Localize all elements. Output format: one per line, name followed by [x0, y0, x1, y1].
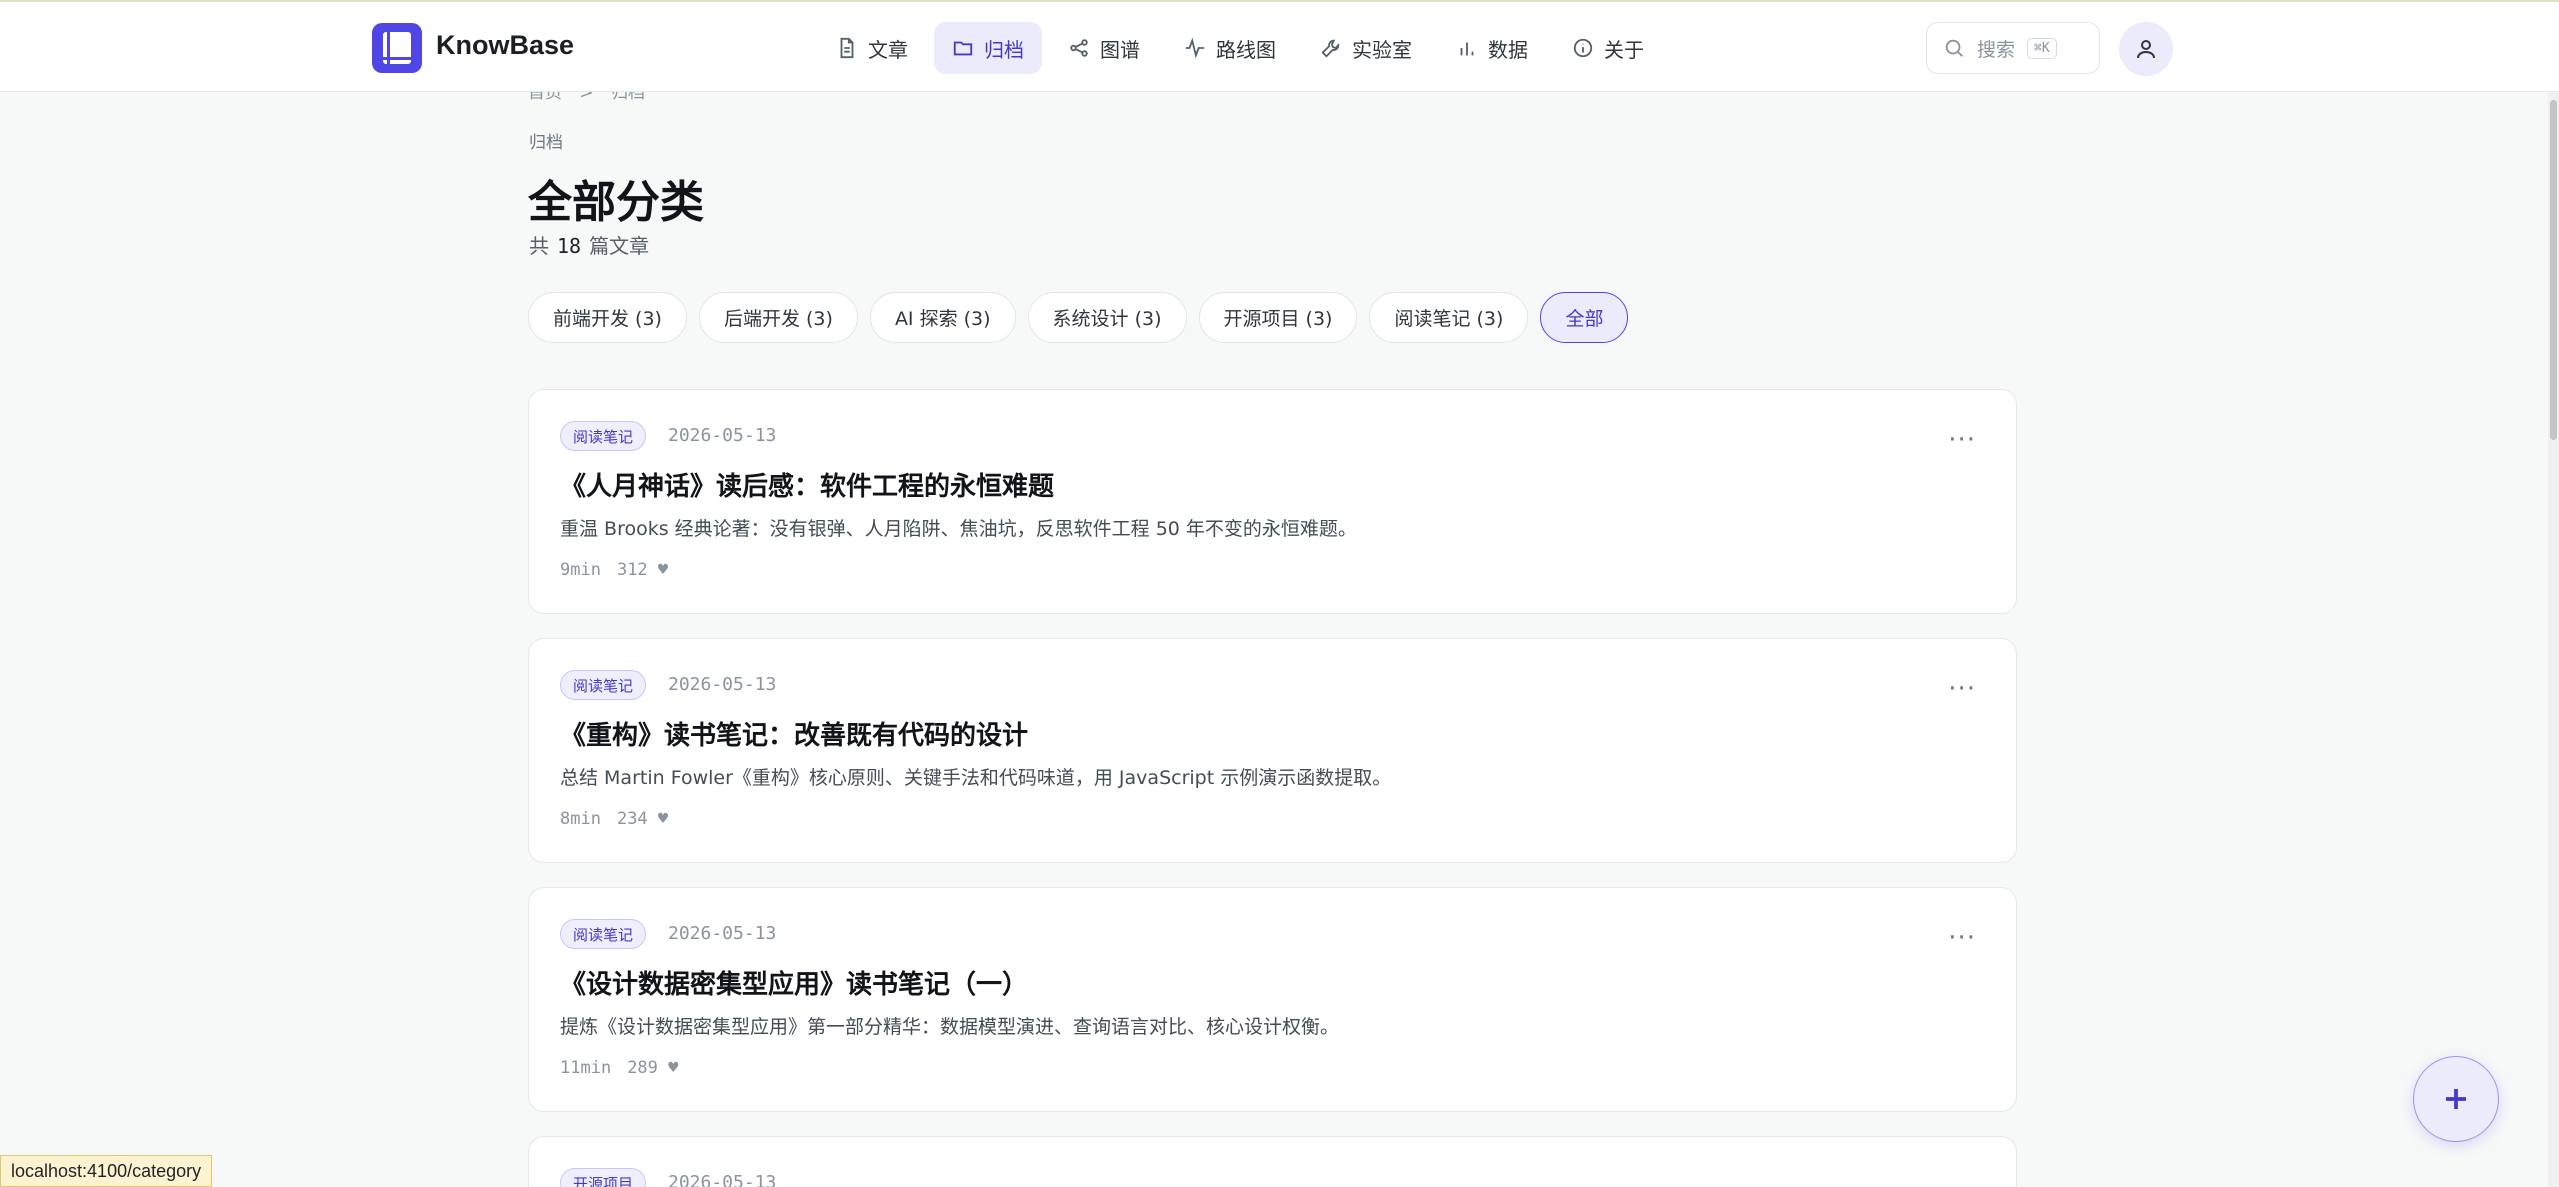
page-eyebrow: 归档 [529, 133, 563, 153]
count-value: 18 [557, 234, 582, 258]
page-title: 全部分类 [528, 177, 704, 228]
folder-icon [953, 41, 973, 56]
search-shortcut: ⌘K [2027, 37, 2057, 59]
article-date: 2026-05-13 [668, 425, 777, 446]
filter-chip-ai[interactable]: AI 探索 (3) [869, 292, 1016, 343]
nav-item-label: 图谱 [1100, 37, 1140, 62]
add-article-button[interactable] [2413, 1056, 2499, 1142]
category-filter-bar: 前端开发 (3) 后端开发 (3) AI 探索 (3) 系统设计 (3) 开源项… [528, 292, 1629, 343]
article-card[interactable]: 开源项目 2026-05-13 [528, 1136, 2017, 1187]
more-options-icon[interactable]: ··· [1948, 425, 1976, 455]
category-badge[interactable]: 阅读笔记 [560, 421, 647, 451]
nav-item-label: 关于 [1604, 37, 1644, 62]
article-date: 2026-05-13 [668, 923, 777, 944]
main-nav: 文章 归档 图谱 路线图 实验室 数据 关于 [818, 22, 1662, 74]
read-time: 11min [560, 1058, 612, 1078]
nav-item-label: 数据 [1488, 37, 1528, 62]
read-time: 8min [560, 809, 601, 829]
user-avatar-button[interactable] [2119, 22, 2173, 76]
article-count: 共 18 篇文章 [529, 230, 649, 259]
top-navbar: KnowBase 文章 归档 图谱 路线图 实验室 数据 关于 搜索 ⌘K [0, 0, 2559, 92]
bar-chart-icon [1460, 42, 1474, 56]
like-count: 234 ♥ [616, 809, 669, 829]
category-badge[interactable]: 阅读笔记 [560, 670, 647, 700]
article-card[interactable]: 阅读笔记 2026-05-13 ··· 《设计数据密集型应用》读书笔记（一） 提… [528, 887, 2017, 1112]
article-summary: 总结 Martin Fowler《重构》核心原则、关键手法和代码味道，用 Jav… [560, 767, 1392, 789]
category-badge[interactable]: 阅读笔记 [560, 919, 647, 949]
filter-chip-open-source[interactable]: 开源项目 (3) [1198, 292, 1358, 343]
nav-item-articles[interactable]: 文章 [818, 22, 926, 74]
filter-chip-backend[interactable]: 后端开发 (3) [698, 292, 858, 343]
article-meta: 11min 289 ♥ [560, 1058, 694, 1078]
count-suffix: 篇文章 [589, 234, 650, 258]
nav-item-roadmap[interactable]: 路线图 [1166, 22, 1294, 74]
more-options-icon[interactable]: ··· [1948, 674, 1976, 704]
like-count: 312 ♥ [616, 560, 669, 580]
brand-name[interactable]: KnowBase [436, 30, 574, 61]
count-prefix: 共 [529, 234, 549, 258]
status-bar-url: localhost:4100/category [0, 1155, 213, 1187]
category-badge[interactable]: 开源项目 [560, 1168, 647, 1187]
article-title[interactable]: 《重构》读书笔记：改善既有代码的设计 [560, 715, 1028, 752]
article-date: 2026-05-13 [668, 674, 777, 695]
nav-item-label: 归档 [984, 37, 1024, 62]
scrollbar-thumb[interactable] [2550, 100, 2557, 440]
nav-item-data[interactable]: 数据 [1438, 22, 1546, 74]
wrench-icon [1321, 39, 1340, 58]
article-title[interactable]: 《设计数据密集型应用》读书笔记（一） [560, 964, 1028, 1001]
filter-chip-frontend[interactable]: 前端开发 (3) [528, 292, 687, 343]
nav-item-label: 实验室 [1352, 37, 1412, 62]
search-button[interactable]: 搜索 ⌘K [1926, 22, 2100, 74]
nav-item-lab[interactable]: 实验室 [1302, 22, 1430, 74]
info-icon [1573, 38, 1593, 58]
article-card[interactable]: 阅读笔记 2026-05-13 ··· 《重构》读书笔记：改善既有代码的设计 总… [528, 638, 2017, 863]
filter-chip-all[interactable]: 全部 [1540, 292, 1629, 343]
page-scrollbar[interactable] [2548, 92, 2559, 1187]
search-placeholder: 搜索 [1977, 38, 2016, 61]
graph-icon [1070, 39, 1088, 57]
nav-item-graph[interactable]: 图谱 [1050, 22, 1158, 74]
pulse-icon [1185, 37, 1205, 59]
read-time: 9min [560, 560, 601, 580]
article-date: 2026-05-13 [668, 1172, 777, 1187]
book-logo-icon[interactable] [372, 23, 422, 73]
article-meta: 8min 234 ♥ [560, 809, 684, 829]
nav-item-label: 文章 [868, 37, 908, 62]
article-card[interactable]: 阅读笔记 2026-05-13 ··· 《人月神话》读后感：软件工程的永恒难题 … [528, 389, 2017, 614]
like-count: 289 ♥ [627, 1058, 679, 1078]
plus-icon [2446, 1089, 2466, 1109]
search-icon [1945, 39, 1963, 57]
filter-chip-system-design[interactable]: 系统设计 (3) [1027, 292, 1187, 343]
nav-item-about[interactable]: 关于 [1554, 22, 1662, 74]
more-options-icon[interactable]: ··· [1948, 923, 1976, 953]
article-summary: 重温 Brooks 经典论著：没有银弹、人月陷阱、焦油坑，反思软件工程 50 年… [560, 518, 1357, 540]
user-icon [2137, 40, 2155, 59]
document-icon [840, 37, 854, 59]
article-summary: 提炼《设计数据密集型应用》第一部分精华：数据模型演进、查询语言对比、核心设计权衡… [560, 1016, 1340, 1038]
nav-item-archive[interactable]: 归档 [934, 22, 1042, 74]
article-title[interactable]: 《人月神话》读后感：软件工程的永恒难题 [560, 466, 1054, 503]
article-meta: 9min 312 ♥ [560, 560, 684, 580]
nav-item-label: 路线图 [1216, 37, 1276, 62]
filter-chip-reading-notes[interactable]: 阅读笔记 (3) [1369, 292, 1529, 343]
